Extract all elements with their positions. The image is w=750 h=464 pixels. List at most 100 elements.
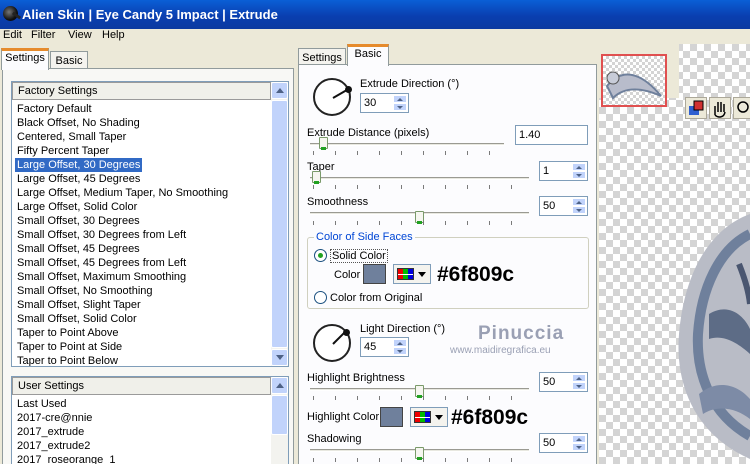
list-item[interactable]: Small Offset, 45 Degrees from Left	[17, 256, 186, 270]
highlight-color-swatch[interactable]	[379, 406, 404, 428]
basic-panel: Extrude Direction (°) 30 Extrude Distanc…	[298, 64, 597, 464]
taper-slider[interactable]	[312, 171, 322, 184]
scroll-thumb[interactable]	[271, 395, 288, 435]
side-color-picker[interactable]	[393, 264, 431, 284]
navigator-thumbnail[interactable]	[601, 54, 667, 107]
spin-down[interactable]	[572, 206, 586, 214]
title-bar[interactable]: Alien Skin | Eye Candy 5 Impact | Extrud…	[0, 0, 750, 29]
list-item[interactable]: 2017_extrude2	[17, 439, 90, 453]
solid-color-radio[interactable]	[314, 249, 327, 262]
watermark-name: Pinuccia	[478, 323, 565, 344]
dial-knob	[345, 86, 352, 93]
extrude-distance-slider[interactable]	[319, 137, 329, 150]
list-item[interactable]: Small Offset, No Smoothing	[17, 284, 153, 298]
spin-up[interactable]	[572, 435, 586, 443]
highlight-color-label: Highlight Color	[307, 411, 380, 423]
side-faces-group-label: Color of Side Faces	[314, 231, 415, 243]
list-item[interactable]: Small Offset, 30 Degrees	[17, 214, 140, 228]
scroll-down-button[interactable]	[271, 349, 288, 366]
watermark-url: www.maidiregrafica.eu	[450, 345, 551, 356]
list-item[interactable]: Centered, Small Taper	[17, 130, 126, 144]
smoothness-spinner[interactable]: 50	[539, 196, 588, 216]
extrude-distance-value: 1.40	[519, 129, 541, 141]
list-item[interactable]: Taper to Point Above	[17, 326, 119, 340]
list-item[interactable]: Last Used	[17, 397, 67, 411]
navigator-shape	[605, 71, 662, 100]
settings-panel: Factory Settings Factory Default Black Of…	[2, 68, 294, 464]
list-item[interactable]: Large Offset, 45 Degrees	[17, 172, 140, 186]
light-direction-spinner[interactable]: 45	[360, 337, 409, 357]
taper-spinner[interactable]: 1	[539, 161, 588, 181]
menu-help[interactable]: Help	[102, 29, 125, 41]
list-item[interactable]: Taper to Point at Side	[17, 340, 122, 354]
list-item[interactable]: 2017-cre@nnie	[17, 411, 92, 425]
spin-up[interactable]	[572, 374, 586, 382]
zoom-tool[interactable]	[733, 97, 750, 119]
color-from-original-label: Color from Original	[330, 292, 423, 304]
menu-filter[interactable]: Filter	[31, 29, 55, 41]
list-item[interactable]: Large Offset, Solid Color	[17, 200, 137, 214]
chevron-down-icon	[435, 415, 443, 420]
list-item[interactable]: Small Offset, Slight Taper	[17, 298, 141, 312]
extrude-direction-spinner[interactable]: 30	[360, 93, 409, 113]
list-item[interactable]: Small Offset, 45 Degrees	[17, 242, 140, 256]
app-icon	[3, 6, 18, 21]
scroll-thumb[interactable]	[271, 100, 288, 348]
user-scrollbar[interactable]	[271, 377, 288, 464]
preview-canvas[interactable]	[599, 44, 750, 464]
zoom-tool-icon	[737, 101, 749, 113]
spin-up[interactable]	[572, 198, 586, 206]
light-direction-label: Light Direction (°)	[360, 323, 446, 335]
list-item[interactable]: Small Offset, Maximum Smoothing	[17, 270, 186, 284]
spin-down[interactable]	[572, 382, 586, 390]
factory-scrollbar[interactable]	[271, 82, 288, 366]
extrude-direction-dial[interactable]	[313, 78, 352, 116]
list-item[interactable]: Factory Default	[17, 102, 92, 116]
spin-up[interactable]	[393, 339, 407, 347]
extrude-distance-ticks	[313, 151, 503, 155]
shadowing-spinner[interactable]: 50	[539, 433, 588, 453]
spin-up[interactable]	[572, 163, 586, 171]
list-item[interactable]: Large Offset, Medium Taper, No Smoothing	[17, 186, 228, 200]
spin-up[interactable]	[393, 95, 407, 103]
color-from-original-radio[interactable]	[314, 291, 327, 304]
window-title: Alien Skin | Eye Candy 5 Impact | Extrud…	[22, 7, 278, 22]
extrude-direction-label: Extrude Direction (°)	[360, 78, 460, 90]
scroll-up-button[interactable]	[271, 82, 288, 99]
list-item[interactable]: Taper to Point Below	[17, 354, 118, 366]
list-item[interactable]: Small Offset, 30 Degrees from Left	[17, 228, 186, 242]
menu-edit[interactable]: Edit	[3, 29, 22, 41]
hand-tool[interactable]	[709, 97, 731, 119]
smoothness-value: 50	[543, 200, 556, 212]
color-picker-tool[interactable]	[685, 97, 707, 119]
chevron-down-icon	[418, 272, 426, 277]
side-color-swatch[interactable]	[362, 263, 387, 285]
light-direction-dial[interactable]	[313, 324, 351, 362]
highlight-color-hex: #6f809c	[451, 406, 529, 429]
list-item[interactable]: Small Offset, Solid Color	[17, 312, 137, 326]
menu-view[interactable]: View	[68, 29, 92, 41]
list-item[interactable]: Black Offset, No Shading	[17, 116, 140, 130]
extrude-distance-spinner[interactable]: 1.40	[515, 125, 588, 145]
highlight-brightness-ticks	[313, 396, 527, 400]
list-item[interactable]: Fifty Percent Taper	[17, 144, 109, 158]
factory-settings-list[interactable]: Factory Settings Factory Default Black Of…	[11, 81, 289, 367]
spin-down[interactable]	[572, 171, 586, 179]
tab-settings-left[interactable]: Settings	[1, 48, 49, 70]
tab-basic-mid[interactable]: Basic	[347, 44, 389, 66]
user-settings-list[interactable]: User Settings Last Used 2017-cre@nnie 2017…	[11, 376, 289, 464]
extrude-direction-value: 30	[364, 97, 377, 109]
spin-down[interactable]	[572, 443, 586, 451]
list-item[interactable]: 2017_roseorange_1	[17, 453, 115, 464]
highlight-brightness-spinner[interactable]: 50	[539, 372, 588, 392]
spin-down[interactable]	[393, 347, 407, 355]
spin-down[interactable]	[393, 103, 407, 111]
taper-value: 1	[543, 165, 550, 177]
scroll-up-button[interactable]	[271, 377, 288, 394]
list-item[interactable]: 2017_extrude	[17, 425, 84, 439]
highlight-color-picker[interactable]	[410, 407, 448, 427]
highlight-brightness-value: 50	[543, 376, 556, 388]
extrude-distance-track[interactable]	[310, 143, 504, 146]
taper-track[interactable]	[310, 177, 529, 180]
list-item[interactable]: Large Offset, 30 Degrees	[15, 158, 143, 172]
